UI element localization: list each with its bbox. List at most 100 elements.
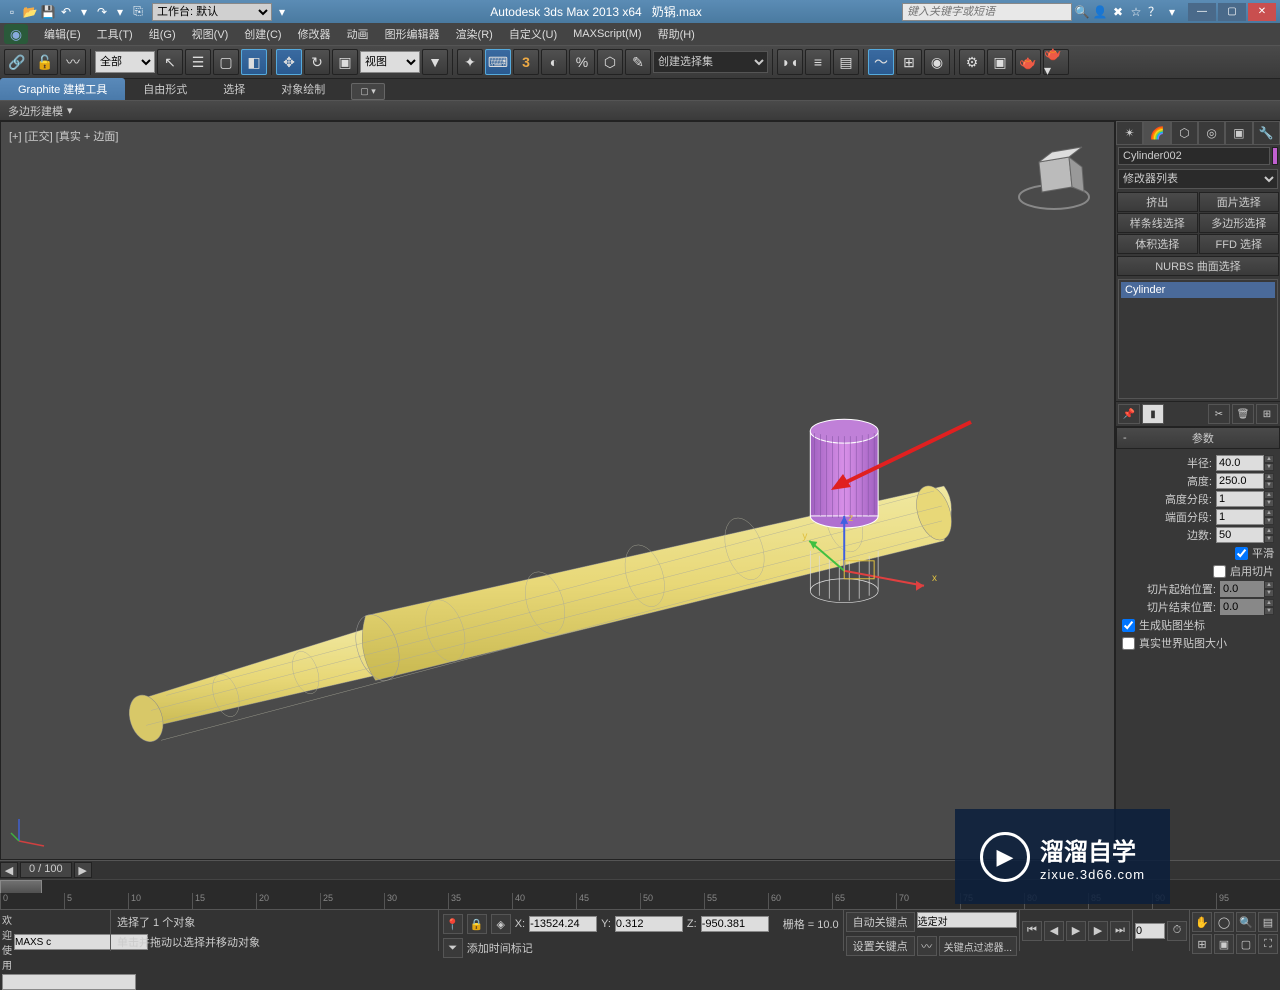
mod-splinesel-button[interactable]: 样条线选择 bbox=[1117, 213, 1198, 233]
select-object-button[interactable]: ↖ bbox=[157, 49, 183, 75]
cp-tab-motion[interactable]: ◎ bbox=[1198, 121, 1225, 145]
align-button[interactable]: ≡ bbox=[805, 49, 831, 75]
ribbon-tab-selection[interactable]: 选择 bbox=[205, 78, 263, 100]
workspace-selector[interactable]: 工作台: 默认 bbox=[152, 3, 272, 21]
height-up[interactable]: ▲ bbox=[1264, 473, 1274, 481]
menu-modifiers[interactable]: 修改器 bbox=[290, 24, 339, 44]
goto-end-button[interactable]: ⏭ bbox=[1110, 921, 1130, 941]
menu-group[interactable]: 组(G) bbox=[141, 24, 184, 44]
menu-help[interactable]: 帮助(H) bbox=[650, 24, 703, 44]
selection-filter[interactable]: 全部 bbox=[95, 51, 155, 73]
unlink-button[interactable]: 🔓 bbox=[32, 49, 58, 75]
angle-snap-button[interactable]: ◐ bbox=[541, 49, 567, 75]
menu-animation[interactable]: 动画 bbox=[339, 24, 377, 44]
goto-start-button[interactable]: ⏮ bbox=[1022, 921, 1042, 941]
time-tag-button[interactable]: ⏷ bbox=[443, 938, 463, 958]
sides-down[interactable]: ▼ bbox=[1264, 535, 1274, 543]
object-name-input[interactable] bbox=[1118, 147, 1270, 165]
genuv-checkbox[interactable] bbox=[1122, 619, 1135, 632]
help-drop-icon[interactable]: ▾ bbox=[1164, 4, 1180, 20]
workspace-drop-icon[interactable]: ▾ bbox=[274, 4, 290, 20]
time-config-button[interactable]: ⏱ bbox=[1167, 921, 1187, 941]
capseg-up[interactable]: ▲ bbox=[1264, 509, 1274, 517]
redo-drop-icon[interactable]: ▾ bbox=[112, 4, 128, 20]
favorite-icon[interactable]: ☆ bbox=[1128, 4, 1144, 20]
render-setup-button[interactable]: ⚙ bbox=[959, 49, 985, 75]
render-drop-button[interactable]: 🫖▾ bbox=[1043, 49, 1069, 75]
max-toggle-button[interactable]: ⛶ bbox=[1258, 934, 1278, 954]
keyfilter-button[interactable]: 关键点过滤器... bbox=[939, 936, 1017, 956]
pivot-center-button[interactable]: ▼ bbox=[422, 49, 448, 75]
realworld-checkbox[interactable] bbox=[1122, 637, 1135, 650]
smooth-checkbox[interactable] bbox=[1235, 547, 1248, 560]
mod-facesel-button[interactable]: 面片选择 bbox=[1199, 192, 1280, 212]
mod-nurbs-button[interactable]: NURBS 曲面选择 bbox=[1117, 256, 1279, 276]
z-coord-input[interactable] bbox=[701, 916, 769, 932]
link-icon[interactable]: ⎘ bbox=[130, 4, 146, 20]
ribbon-tab-graphite[interactable]: Graphite 建模工具 bbox=[0, 78, 125, 100]
search-icon[interactable]: 🔍 bbox=[1074, 4, 1090, 20]
stack-item-cylinder[interactable]: Cylinder bbox=[1121, 282, 1275, 298]
menu-graph[interactable]: 图形编辑器 bbox=[377, 24, 448, 44]
render-button[interactable]: 🫖 bbox=[1015, 49, 1041, 75]
viewport-label[interactable]: [+] [正交] [真实 + 边面] bbox=[9, 128, 118, 144]
new-icon[interactable]: ▫ bbox=[4, 4, 20, 20]
ribbon-tab-freeform[interactable]: 自由形式 bbox=[125, 78, 205, 100]
mod-ffdsel-button[interactable]: FFD 选择 bbox=[1199, 234, 1280, 254]
select-link-button[interactable]: 🔗 bbox=[4, 49, 30, 75]
menu-edit[interactable]: 编辑(E) bbox=[36, 24, 89, 44]
height-input[interactable] bbox=[1216, 473, 1264, 489]
next-frame-button[interactable]: ▶ bbox=[1088, 921, 1108, 941]
mod-volsel-button[interactable]: 体积选择 bbox=[1117, 234, 1198, 254]
rotate-button[interactable]: ↻ bbox=[304, 49, 330, 75]
layers-button[interactable]: ▤ bbox=[833, 49, 859, 75]
rollup-parameters[interactable]: - 参数 bbox=[1116, 427, 1280, 449]
ref-coord-system[interactable]: 视图 bbox=[360, 51, 420, 73]
manipulate-button[interactable]: ✦ bbox=[457, 49, 483, 75]
addtime-label[interactable]: 添加时间标记 bbox=[467, 940, 533, 956]
prev-frame-button[interactable]: ◀ bbox=[1044, 921, 1064, 941]
exchange-icon[interactable]: ✖ bbox=[1110, 4, 1126, 20]
select-region-button[interactable]: ▢ bbox=[213, 49, 239, 75]
current-frame-input[interactable] bbox=[1135, 923, 1165, 939]
rendered-frame-button[interactable]: ▣ bbox=[987, 49, 1013, 75]
ribbon-collapse-button[interactable]: ▢ ▾ bbox=[351, 83, 385, 100]
radius-down[interactable]: ▼ bbox=[1264, 463, 1274, 471]
ribbon-tab-paint[interactable]: 对象绘制 bbox=[263, 78, 343, 100]
maximize-button[interactable]: ▢ bbox=[1218, 3, 1246, 21]
sides-up[interactable]: ▲ bbox=[1264, 527, 1274, 535]
select-name-button[interactable]: ☰ bbox=[185, 49, 211, 75]
capseg-down[interactable]: ▼ bbox=[1264, 517, 1274, 525]
menu-create[interactable]: 创建(C) bbox=[236, 24, 289, 44]
help-icon[interactable]: ？ bbox=[1146, 4, 1162, 20]
spinner-snap-button[interactable]: ⬡ bbox=[597, 49, 623, 75]
radius-input[interactable] bbox=[1216, 455, 1264, 471]
modifier-stack[interactable]: Cylinder bbox=[1118, 279, 1278, 399]
hseg-down[interactable]: ▼ bbox=[1264, 499, 1274, 507]
named-selection-set[interactable]: 创建选择集 bbox=[653, 51, 768, 73]
undo-icon[interactable]: ↶ bbox=[58, 4, 74, 20]
undo-drop-icon[interactable]: ▾ bbox=[76, 4, 92, 20]
lock-selection-button[interactable]: 📍 bbox=[443, 914, 463, 934]
configure-button[interactable]: ⊞ bbox=[1256, 404, 1278, 424]
remove-mod-button[interactable]: 🗑 bbox=[1232, 404, 1254, 424]
frame-display[interactable]: 0 / 100 bbox=[20, 862, 72, 878]
help-search-input[interactable] bbox=[902, 3, 1072, 21]
save-icon[interactable]: 💾 bbox=[40, 4, 56, 20]
bind-space-button[interactable]: 〰 bbox=[60, 49, 86, 75]
autokey-button[interactable]: 自动关键点 bbox=[846, 912, 915, 932]
keymode-button[interactable]: 〰 bbox=[917, 936, 937, 956]
frame-next-button[interactable]: ▶ bbox=[74, 862, 92, 878]
mirror-button[interactable]: ◗◖ bbox=[777, 49, 803, 75]
maxscript-input[interactable] bbox=[2, 974, 136, 990]
application-icon[interactable]: ◉ bbox=[4, 24, 28, 44]
zoom-extents-button[interactable]: ▣ bbox=[1214, 934, 1234, 954]
schematic-view-button[interactable]: ⊞ bbox=[896, 49, 922, 75]
ribbon-panel-polymodel[interactable]: 多边形建模▾ bbox=[0, 101, 1280, 121]
cp-tab-hierarchy[interactable]: ⬡ bbox=[1171, 121, 1198, 145]
object-color-swatch[interactable] bbox=[1272, 147, 1278, 165]
menu-render[interactable]: 渲染(R) bbox=[448, 24, 501, 44]
slice-checkbox[interactable] bbox=[1213, 565, 1226, 578]
menu-views[interactable]: 视图(V) bbox=[184, 24, 237, 44]
curve-editor-button[interactable]: 〜 bbox=[868, 49, 894, 75]
